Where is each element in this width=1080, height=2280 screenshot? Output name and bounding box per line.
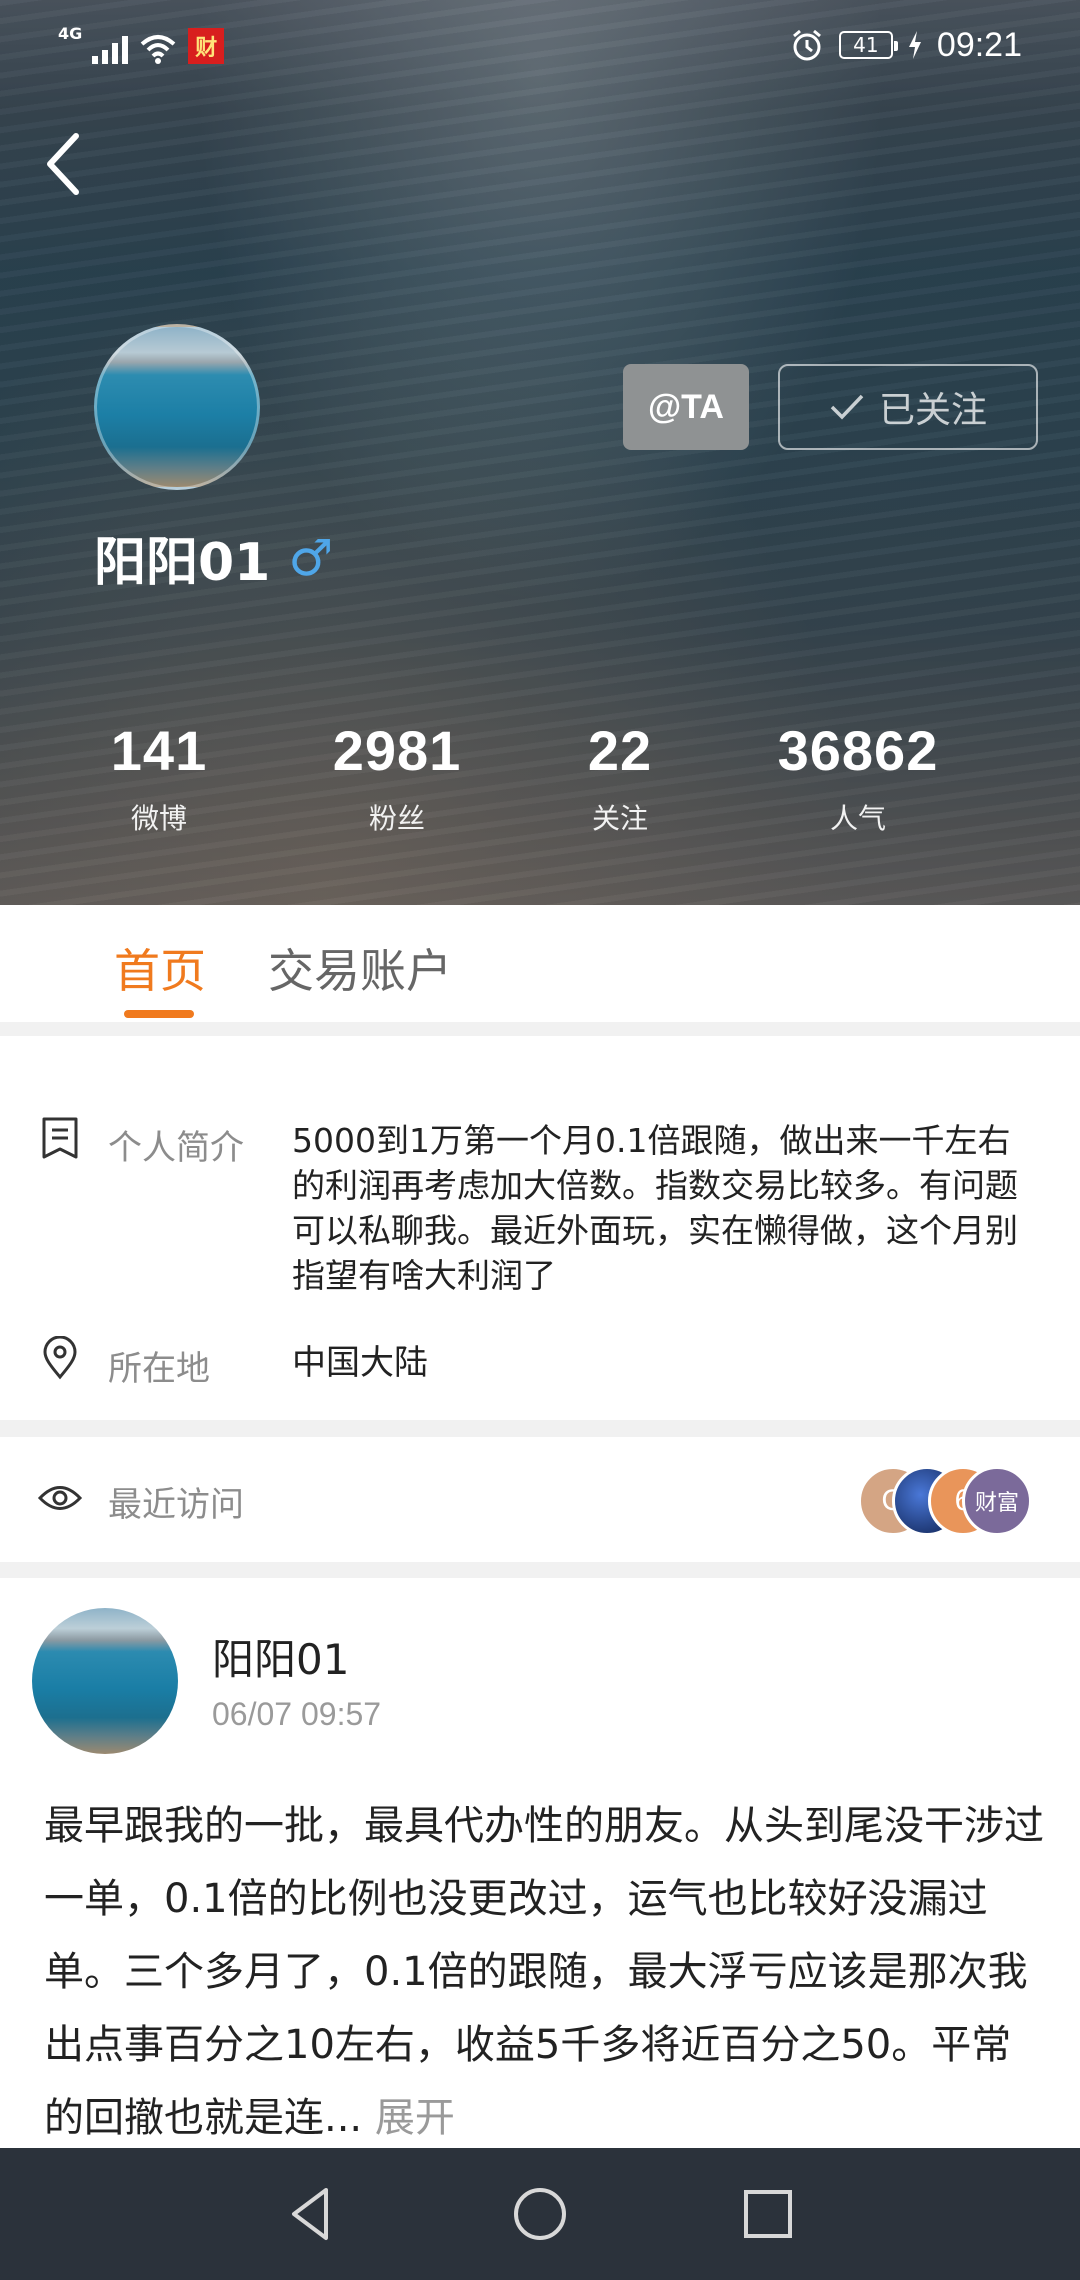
stat-label: 粉丝 (368, 802, 425, 835)
nav-recents-icon[interactable] (732, 2178, 804, 2250)
recent-visits-label: 最近访问 (108, 1485, 244, 1525)
system-navigation-bar (0, 2148, 1080, 2280)
stat-value: 2981 (332, 719, 462, 782)
eye-icon (38, 1486, 82, 1510)
stat-label: 关注 (591, 802, 648, 835)
stat-posts[interactable]: 141 微博 (49, 718, 269, 837)
stat-value: 141 (110, 719, 208, 782)
profile-name: 阳阳01 (94, 533, 271, 593)
stat-value: 22 (587, 719, 653, 782)
bio-label: 个人简介 (108, 1128, 244, 1168)
app-notification-icon: 财 (188, 28, 225, 64)
charging-icon (908, 31, 921, 59)
bio-text: 5000到1万第一个月0.1倍跟随，做出来一千左右的利润再考虑加大倍数。指数交易… (292, 1121, 1018, 1295)
recent-visits-row[interactable]: 最近访问 G 6 财富 (0, 1437, 1080, 1562)
location-label: 所在地 (108, 1349, 210, 1389)
signal-icon (92, 30, 129, 64)
mention-button[interactable]: @TA (623, 364, 749, 450)
nav-back-icon[interactable] (276, 2178, 348, 2250)
divider (0, 1022, 1080, 1036)
check-icon (830, 394, 864, 420)
location-pin-icon (43, 1336, 77, 1380)
divider (0, 1562, 1080, 1578)
profile-tabs: 首页 交易账户 (0, 905, 1080, 1020)
battery-icon: 41 (838, 31, 898, 59)
stat-label: 人气 (829, 802, 886, 835)
post-timestamp: 06/07 09:57 (212, 1696, 382, 1732)
following-button[interactable]: 已关注 (778, 364, 1038, 450)
active-tab-indicator (124, 1010, 194, 1018)
post-author-name[interactable]: 阳阳01 (212, 1626, 349, 1687)
profile-name-row: 阳阳01 ♂ (94, 520, 333, 595)
nav-home-icon[interactable] (504, 2178, 576, 2250)
location-value: 中国大陆 (292, 1343, 428, 1383)
male-gender-icon: ♂ (288, 528, 334, 587)
profile-avatar[interactable] (94, 324, 260, 490)
bio-icon (42, 1117, 78, 1159)
stat-following[interactable]: 22 关注 (510, 718, 730, 837)
post-content: 最早跟我的一批，最具代办性的朋友。从头到尾没干涉过一单，0.1倍的比例也没更改过… (44, 1803, 1044, 2141)
profile-header: 4G 财 41 09:21 @TA 已关注 阳阳01 ♂ 141 微博 2981… (0, 0, 1080, 905)
stat-value: 36862 (777, 719, 939, 782)
stat-fans[interactable]: 2981 粉丝 (287, 718, 507, 837)
stat-label: 微博 (130, 802, 187, 835)
divider (0, 1420, 1080, 1437)
following-label: 已关注 (878, 390, 987, 431)
recent-visitor-avatars[interactable]: G 6 财富 (858, 1466, 1036, 1536)
tab-home[interactable]: 首页 (114, 935, 206, 1001)
wifi-icon (140, 35, 176, 64)
expand-link[interactable]: 展开 (375, 2095, 455, 2141)
profile-info-card: 个人简介 5000到1万第一个月0.1倍跟随，做出来一千左右的利润再考虑加大倍数… (0, 1036, 1080, 1416)
stat-popularity[interactable]: 36862 人气 (748, 718, 968, 837)
status-bar: 4G 财 41 09:21 (0, 0, 1080, 90)
alarm-icon (792, 29, 821, 61)
tab-trading-account[interactable]: 交易账户 (268, 935, 452, 1001)
post-text[interactable]: 最早跟我的一批，最具代办性的朋友。从头到尾没干涉过一单，0.1倍的比例也没更改过… (44, 1790, 1044, 2155)
clock: 09:21 (936, 25, 1022, 64)
visitor-avatar: 财富 (962, 1466, 1032, 1536)
post-author-avatar[interactable] (32, 1608, 178, 1754)
back-arrow-icon[interactable] (40, 128, 90, 200)
network-type: 4G (58, 24, 83, 43)
